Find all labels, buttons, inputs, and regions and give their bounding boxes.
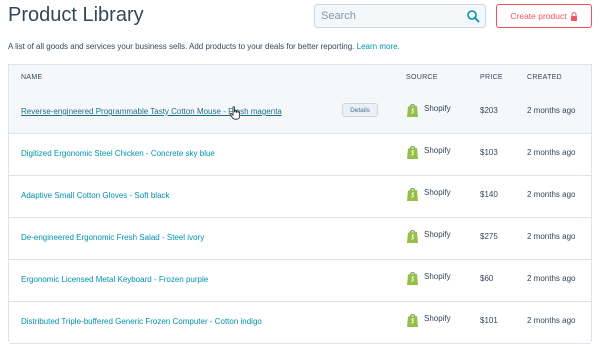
column-header-price[interactable]: PRICE — [480, 74, 503, 81]
product-name-link[interactable]: Distributed Triple-buffered Generic Froz… — [21, 317, 262, 326]
created-value: 2 months ago — [527, 274, 576, 283]
source-label: Shopify — [424, 146, 451, 155]
product-name-link[interactable]: Adaptive Small Cotton Gloves - Soft blac… — [21, 191, 170, 200]
table-row[interactable]: Adaptive Small Cotton Gloves - Soft blac… — [9, 175, 591, 218]
shopify-icon — [407, 272, 418, 285]
shopify-icon — [407, 188, 418, 201]
price-value: $275 — [480, 232, 498, 241]
table-row[interactable]: De-engineered Ergonomic Fresh Salad - St… — [9, 217, 591, 260]
product-name-link[interactable]: De-engineered Ergonomic Fresh Salad - St… — [21, 233, 204, 242]
table-row[interactable]: Reverse-engineered Programmable Tasty Co… — [9, 91, 591, 134]
table-row[interactable]: Distributed Triple-buffered Generic Froz… — [9, 301, 591, 344]
source-label: Shopify — [424, 272, 451, 281]
price-value: $140 — [480, 190, 498, 199]
product-name-link[interactable]: Digitized Ergonomic Steel Chicken - Conc… — [21, 149, 215, 158]
products-table: NAME SOURCE PRICE CREATED Reverse-engine… — [8, 64, 592, 344]
shopify-icon — [407, 104, 418, 117]
details-button[interactable]: Details — [342, 103, 378, 117]
source-label: Shopify — [424, 104, 451, 113]
product-name-link[interactable]: Ergonomic Licensed Metal Keyboard - Froz… — [21, 275, 208, 284]
lock-icon — [570, 11, 577, 21]
page-description: A list of all goods and services your bu… — [8, 42, 400, 51]
created-value: 2 months ago — [527, 148, 576, 157]
column-header-source[interactable]: SOURCE — [406, 74, 438, 81]
column-header-name[interactable]: NAME — [21, 74, 42, 81]
table-row[interactable]: Ergonomic Licensed Metal Keyboard - Froz… — [9, 259, 591, 302]
search-input[interactable] — [315, 5, 467, 27]
learn-more-link[interactable]: Learn more. — [357, 42, 400, 51]
shopify-icon — [407, 230, 418, 243]
created-value: 2 months ago — [527, 232, 576, 241]
shopify-icon — [407, 146, 418, 159]
page-title: Product Library — [8, 4, 144, 26]
hand-cursor-icon — [229, 106, 240, 120]
create-product-label: Create product — [510, 11, 567, 21]
create-product-button[interactable]: Create product — [496, 4, 592, 28]
description-text: A list of all goods and services your bu… — [8, 42, 355, 51]
shopify-icon — [407, 314, 418, 327]
source-label: Shopify — [424, 314, 451, 323]
source-label: Shopify — [424, 230, 451, 239]
table-header: NAME SOURCE PRICE CREATED — [9, 65, 591, 92]
price-value: $60 — [480, 274, 494, 283]
created-value: 2 months ago — [527, 316, 576, 325]
price-value: $101 — [480, 316, 498, 325]
table-row[interactable]: Digitized Ergonomic Steel Chicken - Conc… — [9, 133, 591, 176]
created-value: 2 months ago — [527, 190, 576, 199]
search-box[interactable] — [314, 4, 486, 28]
source-label: Shopify — [424, 188, 451, 197]
price-value: $203 — [480, 106, 498, 115]
search-icon[interactable] — [466, 9, 480, 23]
price-value: $103 — [480, 148, 498, 157]
product-name-link[interactable]: Reverse-engineered Programmable Tasty Co… — [21, 107, 282, 116]
column-header-created[interactable]: CREATED — [527, 74, 562, 81]
created-value: 2 months ago — [527, 106, 576, 115]
